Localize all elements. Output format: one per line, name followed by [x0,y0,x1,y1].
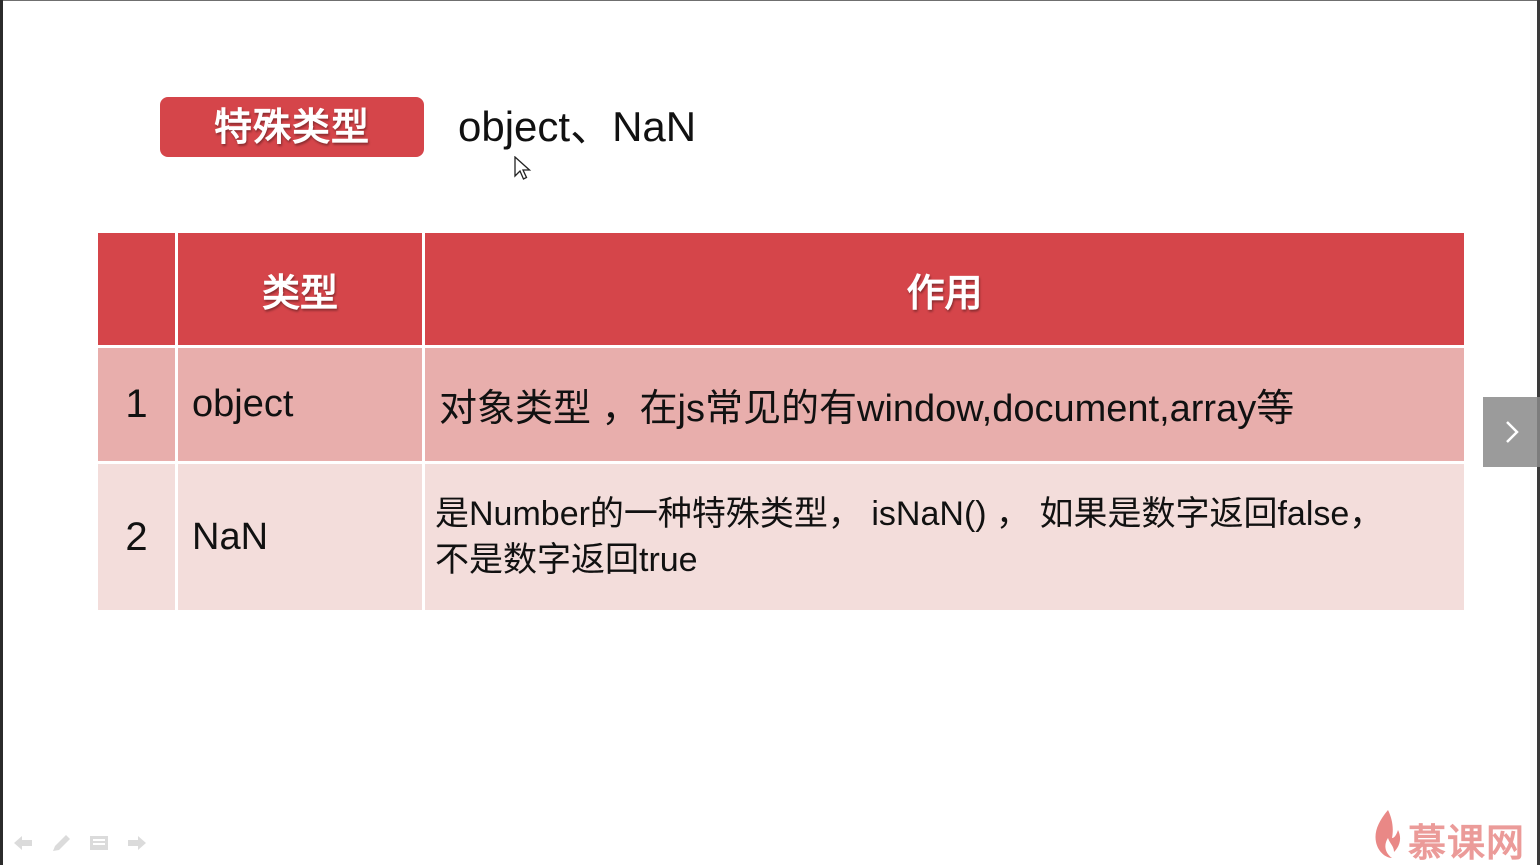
forward-arrow-icon[interactable] [126,833,148,853]
mouse-cursor-icon [514,156,532,180]
row-index: 1 [95,345,178,464]
pen-icon[interactable] [50,833,72,853]
chevron-right-icon [1506,421,1519,443]
row-type: NaN [175,461,425,613]
menu-icon[interactable] [88,833,110,853]
imooc-logo: 慕课网 [1370,806,1535,865]
table-header-row: 类型 作用 [95,230,1467,348]
title-badge: 特殊类型 [160,97,424,157]
header-purpose: 作用 [422,230,1467,348]
header-type: 类型 [175,230,425,348]
flame-icon [1375,810,1401,858]
slide-canvas: 特殊类型 object、NaN 类型 作用 1 object 对象类型 ，在js… [0,0,1540,865]
next-slide-button[interactable] [1483,397,1540,467]
header-index [95,230,178,348]
table-row: 2 NaN 是Number的一种特殊类型， isNaN() ， 如果是数字返回f… [95,461,1467,613]
slide-title: object、NaN [458,103,697,150]
logo-text: 慕课网 [1408,821,1526,865]
row-index: 2 [95,461,178,613]
row-description: 对象类型 ，在js常见的有window,document,array等 [422,345,1467,464]
row-description: 是Number的一种特殊类型， isNaN() ， 如果是数字返回false， … [422,461,1467,613]
types-table: 类型 作用 1 object 对象类型 ，在js常见的有window,docum… [95,230,1467,613]
top-border [0,0,1540,1]
left-border [0,0,3,865]
table-row: 1 object 对象类型 ，在js常见的有window,document,ar… [95,345,1467,464]
row-type: object [175,345,425,464]
back-arrow-icon[interactable] [12,833,34,853]
